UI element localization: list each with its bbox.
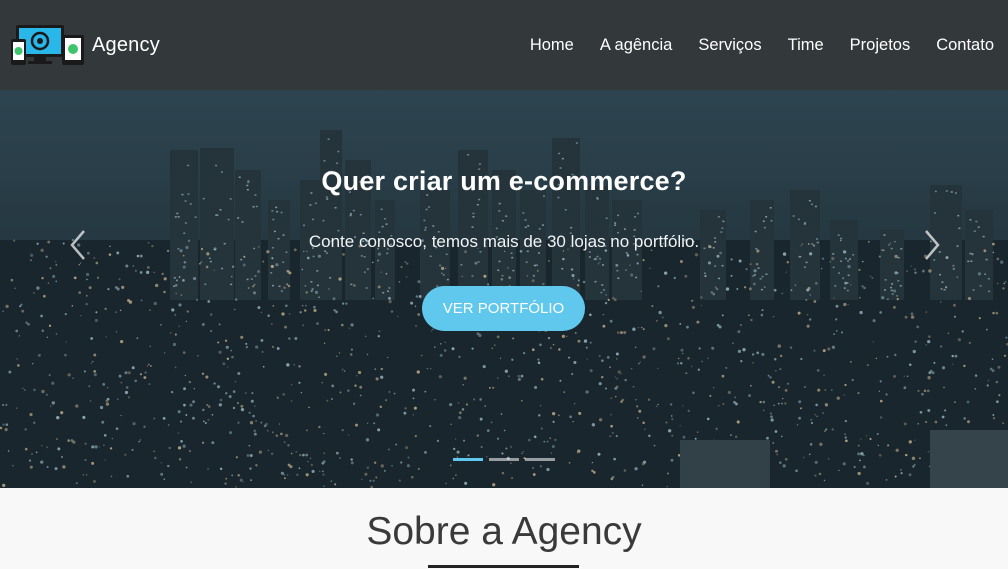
carousel-indicators (453, 458, 555, 461)
carousel-next-button[interactable] (920, 228, 944, 262)
nav-servicos[interactable]: Serviços (698, 36, 761, 54)
carousel-indicator-3[interactable] (525, 458, 555, 461)
devices-logo-icon (11, 25, 84, 65)
ver-portfolio-button[interactable]: VER PORTFÓLIO (422, 286, 585, 331)
chevron-right-icon (925, 230, 940, 260)
brand-link[interactable]: Agency (10, 23, 160, 67)
nav-time[interactable]: Time (788, 36, 824, 54)
carousel-caption: Quer criar um e-commerce? Conte conosco,… (0, 90, 1008, 488)
nav-home[interactable]: Home (530, 36, 574, 54)
about-section: Sobre a Agency (0, 488, 1008, 569)
hero-carousel: Quer criar um e-commerce? Conte conosco,… (0, 90, 1008, 488)
main-nav: Home A agência Serviços Time Projetos Co… (530, 36, 994, 55)
about-title-divider (428, 565, 579, 568)
hero-title: Quer criar um e-commerce? (321, 166, 687, 196)
brand-name: Agency (92, 33, 160, 56)
about-title: Sobre a Agency (366, 510, 642, 553)
carousel-prev-button[interactable] (66, 228, 90, 262)
nav-agencia[interactable]: A agência (600, 36, 672, 54)
hero-subtitle: Conte conosco, temos mais de 30 lojas no… (308, 232, 700, 251)
chevron-left-icon (70, 230, 85, 260)
carousel-indicator-2[interactable] (489, 458, 519, 461)
nav-projetos[interactable]: Projetos (850, 36, 911, 54)
nav-contato[interactable]: Contato (936, 36, 994, 54)
navbar: Agency Home A agência Serviços Time Proj… (0, 0, 1008, 90)
carousel-indicator-1[interactable] (453, 458, 483, 461)
